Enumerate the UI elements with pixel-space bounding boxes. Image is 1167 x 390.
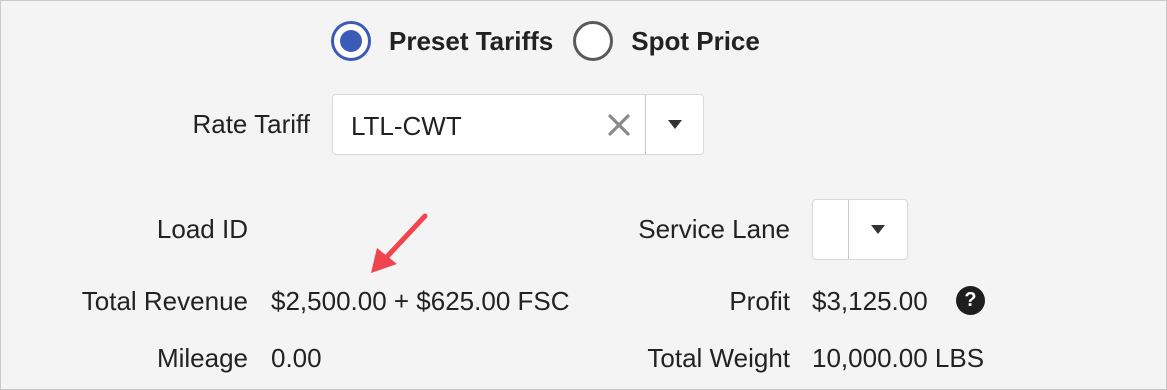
profit-label: Profit	[729, 286, 790, 316]
mileage-value: 0.00	[271, 343, 322, 373]
total-revenue-label: Total Revenue	[81, 286, 248, 316]
service-lane-label: Service Lane	[638, 214, 790, 244]
pricing-mode-radio-group: Preset Tariffs Spot Price	[331, 21, 760, 61]
arrow-icon	[371, 213, 428, 273]
radio-preset-tariffs-indicator[interactable]	[331, 21, 371, 61]
total-revenue-value: $2,500.00 + $625.00 FSC	[271, 286, 570, 316]
radio-spot-price-indicator[interactable]	[573, 21, 614, 61]
total-weight-label: Total Weight	[647, 343, 790, 373]
load-id-label: Load ID	[156, 214, 248, 244]
total-weight-value: 10,000.00 LBS	[812, 343, 985, 373]
mileage-label: Mileage	[156, 343, 248, 373]
radio-spot-price[interactable]: Spot Price	[573, 21, 760, 61]
rate-tariff-dropdown-button[interactable]	[646, 95, 703, 154]
rate-tariff-value: LTL-CWT	[351, 111, 462, 141]
rating-panel: Preset Tariffs Spot Price Rate Tariff LT…	[0, 0, 1167, 390]
chevron-down-icon	[871, 225, 885, 234]
radio-spot-price-label[interactable]: Spot Price	[631, 26, 760, 57]
rate-tariff-label: Rate Tariff	[192, 109, 310, 139]
rate-tariff-select[interactable]: LTL-CWT	[332, 94, 704, 155]
profit-value: $3,125.00	[812, 286, 928, 316]
chevron-down-icon	[667, 120, 682, 129]
radio-preset-tariffs-label[interactable]: Preset Tariffs	[389, 26, 553, 57]
radio-preset-tariffs[interactable]: Preset Tariffs	[331, 21, 553, 61]
close-icon[interactable]	[605, 111, 633, 139]
radio-selected-dot	[340, 30, 362, 52]
help-icon[interactable]: ?	[956, 286, 985, 315]
service-lane-dropdown-button[interactable]	[849, 200, 907, 259]
service-lane-select[interactable]	[812, 199, 908, 260]
